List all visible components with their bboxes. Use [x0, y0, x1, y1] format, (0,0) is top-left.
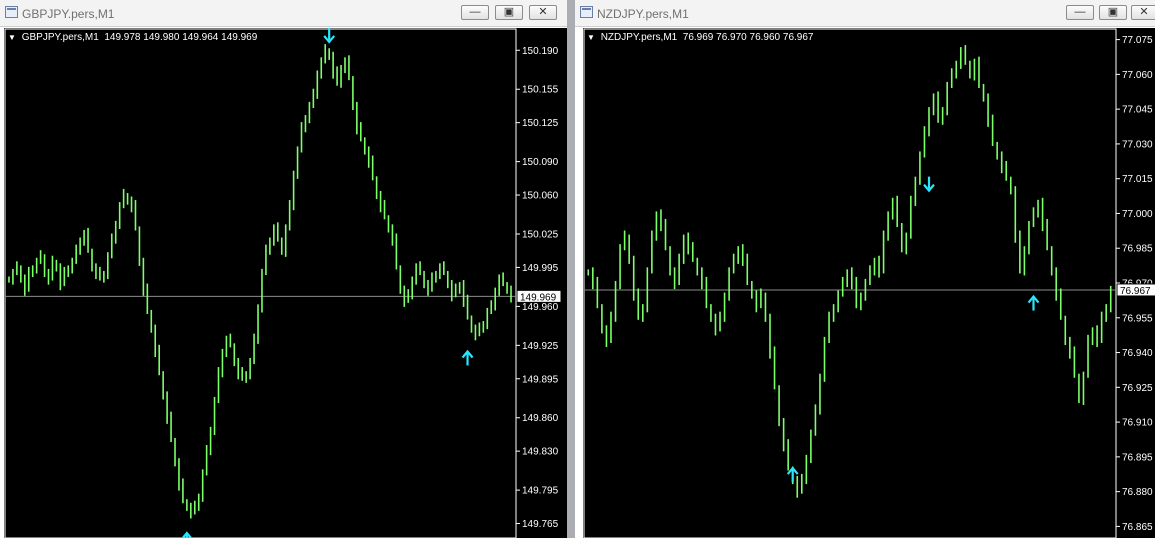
price-axis-label: 76.940 [1122, 348, 1153, 359]
plot-frame [4, 28, 517, 538]
chart-window-gbpjpy[interactable]: GBPJPY.pers,M1 — ▣ ✕ 150.190 150.155 150.1… [0, 0, 567, 538]
ohlc-high: 76.970 [716, 32, 747, 43]
price-axis-label: 149.860 [522, 413, 559, 424]
price-axis-label: 76.955 [1122, 313, 1153, 324]
price-axis-label: 76.910 [1122, 418, 1153, 429]
chart-window-nzdjpy[interactable]: NZDJPY.pers,M1 — ▣ ✕ 77.075 77.060 77.045 7… [575, 0, 1155, 538]
price-axis-label: 149.895 [522, 374, 559, 385]
current-price-label: 76.967 [1120, 286, 1151, 297]
price-axis-label: 76.880 [1122, 487, 1153, 498]
chart-canvas[interactable]: 150.190 150.155 150.125 150.090 150.060 150.0… [4, 28, 567, 538]
ohlc-close: 76.967 [782, 32, 814, 43]
window-title: GBPJPY.pers,M1 [22, 7, 115, 21]
close-icon: ✕ [1139, 6, 1149, 18]
price-axis-label: 76.865 [1122, 522, 1153, 533]
price-chart[interactable]: 77.075 77.060 77.045 77.030 77.015 77.000 76.9… [583, 28, 1155, 538]
price-axis-label: 77.030 [1122, 139, 1153, 150]
minimize-button[interactable]: — [461, 5, 489, 20]
price-axis-label: 150.060 [522, 191, 559, 202]
price-axis-label: 77.000 [1122, 209, 1153, 220]
price-axis-label: 76.985 [1122, 244, 1153, 255]
current-price-label: 149.969 [520, 292, 557, 303]
price-axis-label: 77.015 [1122, 174, 1153, 185]
price-axis-label: 76.895 [1122, 452, 1153, 463]
plot-frame [583, 28, 1117, 538]
buy-arrow-icon [786, 466, 799, 483]
buy-arrow-icon [461, 349, 474, 366]
ohlc-high: 149.980 [143, 32, 180, 43]
price-axis-label: 150.155 [522, 85, 559, 96]
window-titlebar[interactable]: NZDJPY.pers,M1 — ▣ ✕ [575, 0, 1155, 27]
chart-menu-triangle-icon[interactable]: ▼ [587, 33, 595, 42]
price-chart[interactable]: 150.190 150.155 150.125 150.090 150.060 150.0… [4, 28, 567, 538]
price-axis-label: 77.060 [1122, 70, 1153, 81]
ohlc-low: 149.964 [182, 32, 219, 43]
chart-window-icon [580, 6, 593, 18]
maximize-button[interactable]: ▣ [1099, 5, 1127, 20]
close-icon: ✕ [538, 6, 548, 18]
window-titlebar[interactable]: GBPJPY.pers,M1 — ▣ ✕ [0, 0, 567, 27]
price-axis-label: 150.125 [522, 118, 559, 129]
buy-arrow-icon [1027, 294, 1040, 311]
close-button[interactable]: ✕ [1131, 5, 1155, 20]
ohlc-low: 76.960 [749, 32, 781, 43]
chart-header: ▼ GBPJPY.pers,M1 149.978 149.980 149.964… [8, 32, 257, 43]
maximize-icon: ▣ [1107, 6, 1119, 18]
chart-symbol: NZDJPY.pers,M1 [600, 32, 678, 43]
price-axis-label: 150.190 [522, 46, 559, 57]
sell-arrow-icon [323, 28, 336, 44]
price-axis-label: 149.925 [522, 341, 559, 352]
price-axis-label: 149.830 [522, 447, 559, 458]
maximize-icon: ▣ [503, 6, 515, 18]
price-axis-label: 149.995 [522, 263, 559, 274]
price-axis-label: 76.925 [1122, 383, 1153, 394]
close-button[interactable]: ✕ [529, 5, 557, 20]
ohlc-open: 149.978 [104, 32, 141, 43]
minimize-button[interactable]: — [1066, 5, 1094, 20]
buy-arrow-icon [181, 531, 193, 538]
minimize-icon: — [1074, 6, 1086, 18]
price-axis-label: 149.765 [522, 519, 559, 530]
chart-canvas[interactable]: 77.075 77.060 77.045 77.030 77.015 77.000 76.9… [583, 28, 1155, 538]
price-axis-label: 77.045 [1122, 105, 1153, 116]
price-axis-label: 150.025 [522, 230, 559, 241]
chart-window-icon [5, 6, 18, 18]
ohlc-close: 149.969 [221, 32, 258, 43]
chart-menu-triangle-icon[interactable]: ▼ [8, 33, 16, 42]
sell-arrow-icon [923, 176, 935, 193]
price-axis-label: 149.795 [522, 486, 559, 497]
window-title: NZDJPY.pers,M1 [597, 7, 689, 21]
price-axis-label: 149.960 [522, 302, 559, 313]
minimize-icon: — [469, 6, 481, 18]
chart-symbol: GBPJPY.pers,M1 [21, 32, 99, 43]
chart-header: ▼ NZDJPY.pers,M1 76.969 76.970 76.960 76… [587, 32, 814, 43]
ohlc-open: 76.969 [682, 32, 714, 43]
maximize-button[interactable]: ▣ [495, 5, 523, 20]
price-axis-label: 150.090 [522, 157, 559, 168]
price-axis-label: 77.075 [1122, 35, 1153, 46]
